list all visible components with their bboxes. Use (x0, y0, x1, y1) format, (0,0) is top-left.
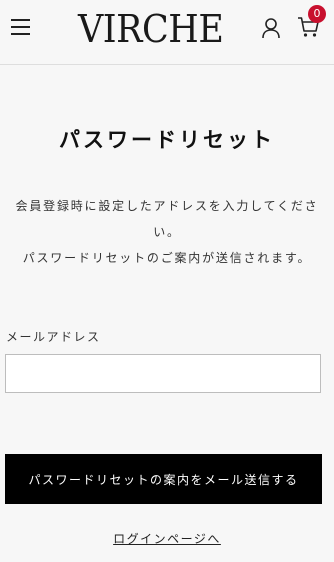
description-line-1: 会員登録時に設定したアドレスを入力してください。 (15, 199, 319, 239)
send-reset-email-button[interactable]: パスワードリセットの案内をメール送信する (5, 454, 322, 504)
site-logo[interactable]: VIRCHE (78, 6, 224, 52)
menu-icon[interactable] (11, 19, 30, 35)
login-page-link[interactable]: ログインページへ (113, 532, 221, 546)
email-field[interactable] (5, 354, 321, 393)
site-header: VIRCHE 0 (0, 0, 334, 65)
cart-count-badge: 0 (308, 5, 326, 23)
user-icon[interactable] (261, 17, 281, 39)
email-label: メールアドレス (6, 330, 101, 344)
description-line-2: パスワードリセットのご案内が送信されます。 (22, 251, 312, 265)
page-description: 会員登録時に設定したアドレスを入力してください。 パスワードリセットのご案内が送… (6, 193, 328, 271)
login-link-wrapper: ログインページへ (0, 530, 334, 547)
page-title: パスワードリセット (59, 128, 275, 152)
